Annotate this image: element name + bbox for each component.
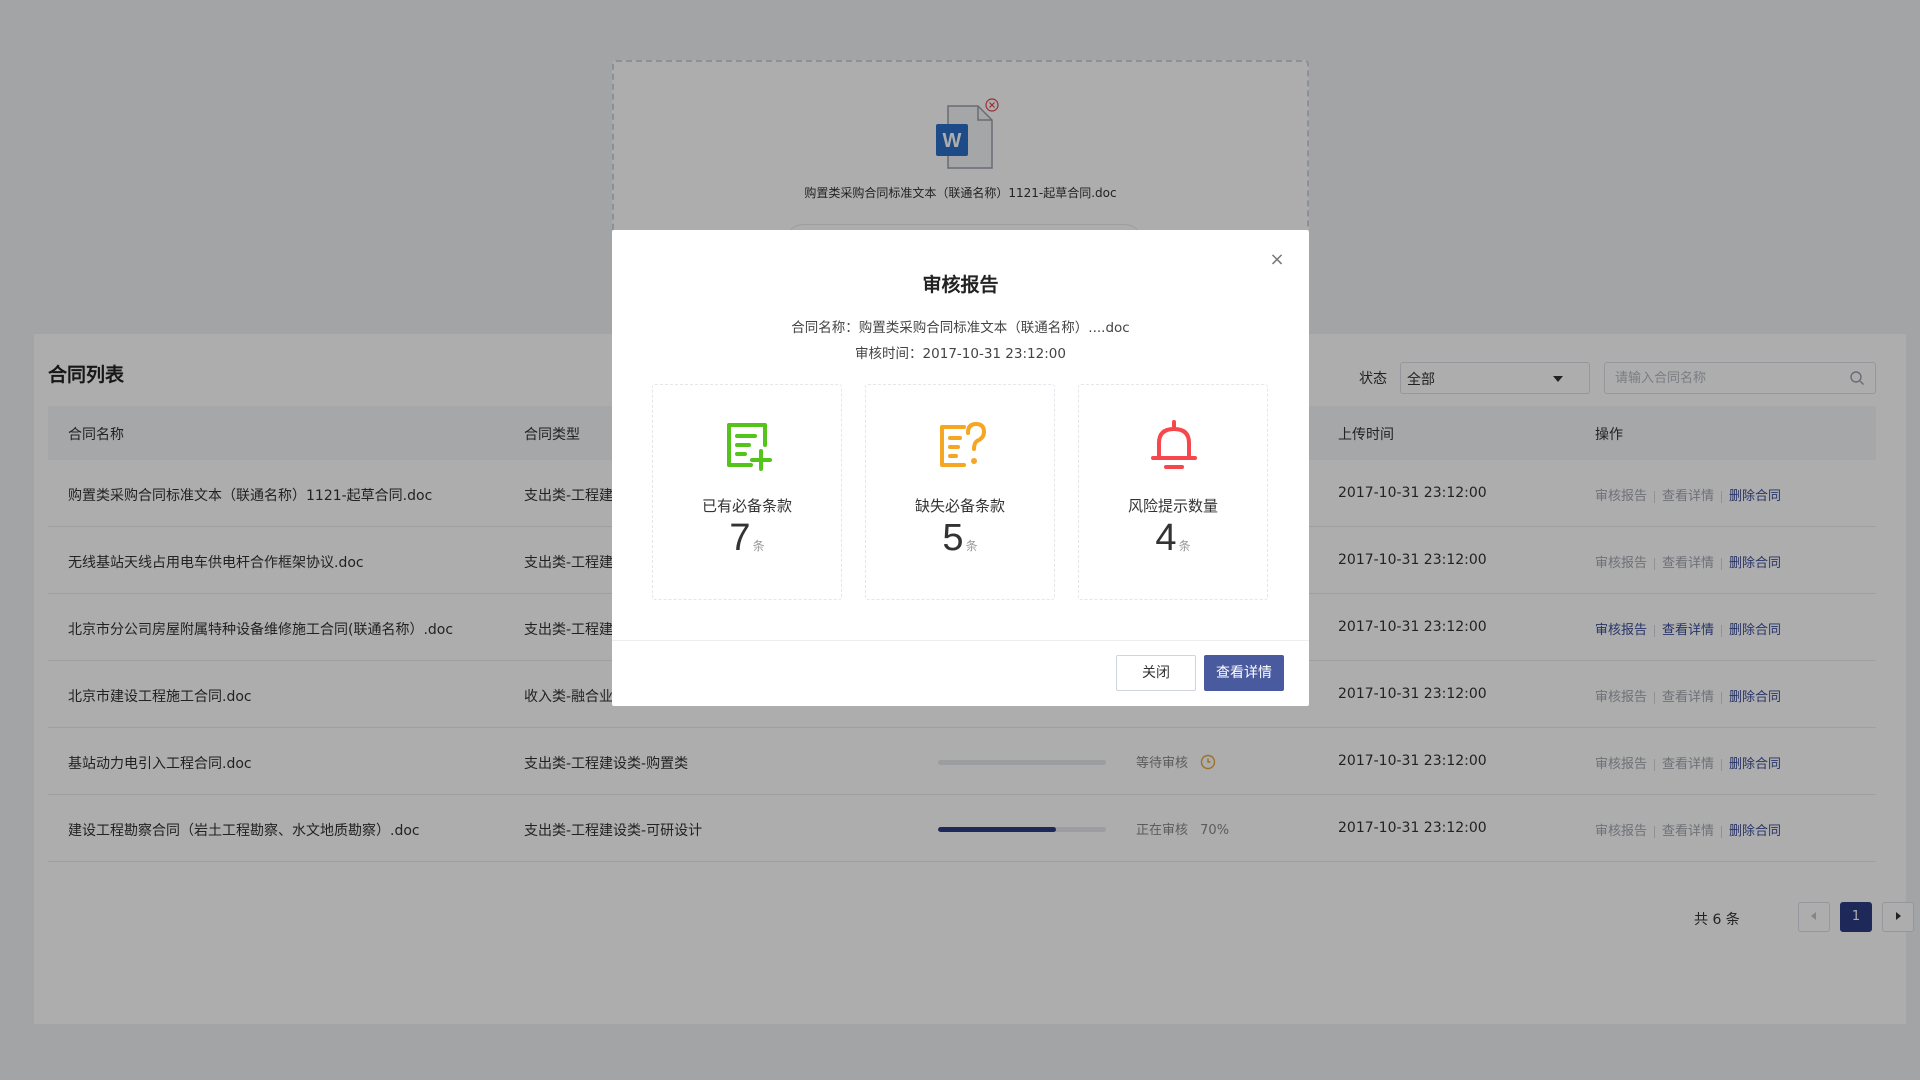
close-icon[interactable]: × <box>1267 250 1287 270</box>
stat-value-wrap: 7条 <box>653 517 841 560</box>
contract-name-line: 合同名称：购置类采购合同标准文本（联通名称）....doc <box>791 320 1130 336</box>
stat-unit: 条 <box>965 539 978 553</box>
stat-card-missing-clauses: 缺失必备条款 5条 <box>865 384 1055 600</box>
close-button[interactable]: 关闭 <box>1116 655 1196 691</box>
stat-label: 已有必备条款 <box>701 497 792 515</box>
stat-value-wrap: 4条 <box>1079 517 1267 560</box>
bell-icon <box>1151 420 1197 469</box>
document-question-icon <box>940 421 987 467</box>
document-add-icon <box>727 423 772 471</box>
stat-unit: 条 <box>752 539 765 553</box>
stat-label: 风险提示数量 <box>1127 497 1218 515</box>
stat-unit: 条 <box>1178 539 1191 553</box>
dialog-title: 审核报告 <box>922 274 999 296</box>
view-detail-button[interactable]: 查看详情 <box>1204 655 1284 691</box>
stat-card-risk-count: 风险提示数量 4条 <box>1078 384 1268 600</box>
review-time-line: 审核时间：2017-10-31 23:12:00 <box>855 346 1066 362</box>
review-report-dialog: × 审核报告 合同名称：购置类采购合同标准文本（联通名称）....doc 审核时… <box>612 230 1309 706</box>
stat-value: 4 <box>1155 517 1177 559</box>
stat-value: 5 <box>942 517 964 559</box>
stat-card-existing-clauses: 已有必备条款 7条 <box>652 384 842 600</box>
stat-label: 缺失必备条款 <box>914 497 1005 515</box>
stat-value-wrap: 5条 <box>866 517 1054 560</box>
stat-value: 7 <box>729 517 751 559</box>
dialog-footer: 关闭 查看详情 <box>612 640 1309 706</box>
